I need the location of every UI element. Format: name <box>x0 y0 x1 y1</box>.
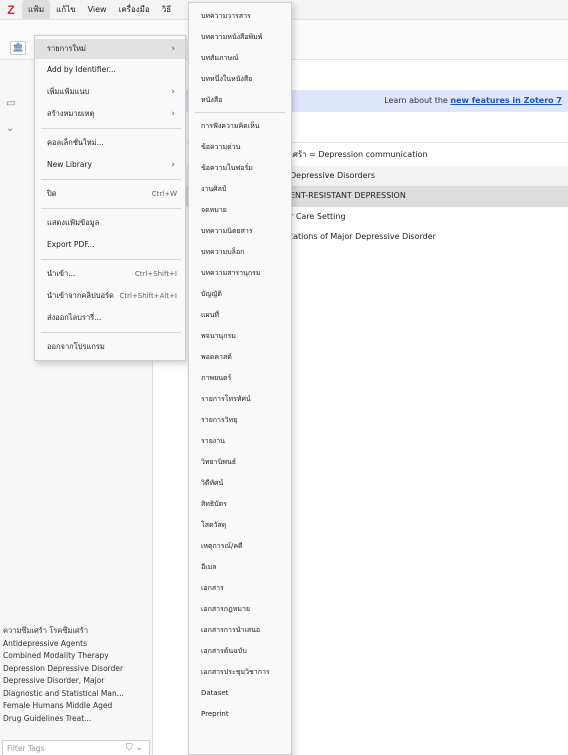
filter-tags-placeholder: Filter Tags <box>7 744 45 753</box>
submenu-item[interactable]: เอกสารประชุมวิชาการ <box>189 662 291 682</box>
tag-row[interactable]: Drug Guidelines Treat... <box>3 713 153 726</box>
new-collection-icon[interactable]: ▭ <box>6 98 18 110</box>
chevron-right-icon: › <box>171 87 175 97</box>
menu-file[interactable]: แฟ้ม <box>22 0 51 19</box>
submenu-item[interactable]: เอกสารการนำเสนอ <box>189 620 291 640</box>
banner-text: Learn about the <box>384 96 451 105</box>
menu-separator <box>41 332 181 333</box>
submenu-item[interactable]: ข้อความด่วน <box>189 137 291 157</box>
menu-item-show-file[interactable]: แสดงแฟ้มข้อมูล <box>35 213 185 233</box>
submenu-item[interactable]: พจนานุกรม <box>189 326 291 346</box>
menu-item-close[interactable]: ปิด Ctrl+W <box>35 184 185 204</box>
submenu-item[interactable]: Preprint <box>189 704 291 724</box>
submenu-item[interactable]: บัญญัติ <box>189 284 291 304</box>
chevron-right-icon: › <box>171 160 175 170</box>
submenu-item[interactable]: บทความบล็อก <box>189 242 291 262</box>
menu-tools[interactable]: เครื่องมือ <box>113 0 156 19</box>
menu-item-import[interactable]: นำเข้า... Ctrl+Shift+I <box>35 264 185 284</box>
submenu-item[interactable]: บทความวารสาร <box>189 6 291 26</box>
submenu-item[interactable]: ภาพยนตร์ <box>189 368 291 388</box>
menu-item-new-note[interactable]: สร้างหมายเหตุ › <box>35 104 185 124</box>
submenu-item[interactable]: ข้อความในฟอรั่ม <box>189 158 291 178</box>
submenu-item[interactable]: โสตวัสดุ <box>189 515 291 535</box>
submenu-item[interactable]: รายงาน <box>189 431 291 451</box>
submenu-item[interactable]: บทความหนังสือพิมพ์ <box>189 27 291 47</box>
menu-item-export-pdf[interactable]: Export PDF... <box>35 235 185 255</box>
chevron-right-icon: › <box>171 44 175 54</box>
tag-row[interactable]: Antidepressive Agents <box>3 638 153 651</box>
new-item-submenu: บทความวารสาร บทความหนังสือพิมพ์ บทสัมภาษ… <box>188 2 292 755</box>
menu-view[interactable]: View <box>82 2 113 17</box>
tag-row[interactable]: ความซึมเศร้า โรคซึมเศร้า <box>3 625 153 638</box>
submenu-item[interactable]: งานศิลป์ <box>189 179 291 199</box>
submenu-item[interactable]: รายการวิทยุ <box>189 410 291 430</box>
menu-separator <box>41 259 181 260</box>
tag-row[interactable]: Female Humans Middle Aged <box>3 700 153 713</box>
menu-separator <box>195 112 285 113</box>
menu-item-new-collection[interactable]: คอลเล็กชั่นใหม่... <box>35 133 185 153</box>
menu-item-add-by-identifier[interactable]: Add by Identifier... <box>35 60 185 80</box>
submenu-item[interactable]: จดหมาย <box>189 200 291 220</box>
menu-separator <box>41 128 181 129</box>
menu-separator <box>41 208 181 209</box>
submenu-item[interactable]: แผนที่ <box>189 305 291 325</box>
submenu-item[interactable]: เอกสาร <box>189 578 291 598</box>
menu-item-new-item[interactable]: รายการใหม่ › <box>35 39 185 59</box>
tag-selector: ความซึมเศร้า โรคซึมเศร้า Antidepressive … <box>3 625 153 725</box>
submenu-item[interactable]: บทสัมภาษณ์ <box>189 48 291 68</box>
zotero-logo: Z <box>7 2 15 17</box>
tag-row[interactable]: Combined Modality Therapy <box>3 650 153 663</box>
submenu-item[interactable]: หนังสือ <box>189 90 291 110</box>
chevron-right-icon: › <box>171 109 175 119</box>
submenu-item[interactable]: เอกสารต้นฉบับ <box>189 641 291 661</box>
menu-edit[interactable]: แก้ไข <box>50 0 82 19</box>
filter-tags-input[interactable]: Filter Tags ⛉ ⌄ <box>2 740 150 755</box>
submenu-item[interactable]: เหตุการณ์/คดี <box>189 536 291 556</box>
submenu-item[interactable]: Dataset <box>189 683 291 703</box>
tag-row[interactable]: Diagnostic and Statistical Man... <box>3 688 153 701</box>
submenu-item[interactable]: เอกสารกฎหมาย <box>189 599 291 619</box>
menu-item-new-library[interactable]: New Library › <box>35 155 185 175</box>
menu-item-quit[interactable]: ออกจากโปรแกรม <box>35 337 185 357</box>
submenu-item[interactable]: อีเมล <box>189 557 291 577</box>
submenu-item[interactable]: รายการโทรทัศน์ <box>189 389 291 409</box>
submenu-item[interactable]: การฟังความคิดเห็น <box>189 116 291 136</box>
library-icon[interactable]: 🏛 <box>10 41 26 55</box>
submenu-item[interactable]: พอดคาสต์ <box>189 347 291 367</box>
menu-separator <box>41 179 181 180</box>
submenu-item[interactable]: บทหนึ่งในหนังสือ <box>189 69 291 89</box>
submenu-item[interactable]: บทความนิตยสาร <box>189 221 291 241</box>
submenu-item[interactable]: วิดีทัศน์ <box>189 473 291 493</box>
menu-item-add-attachment[interactable]: เพิ่มแฟ้มแนบ › <box>35 82 185 102</box>
tag-row[interactable]: Depressive Disorder, Major <box>3 675 153 688</box>
new-features-link[interactable]: new features in Zotero 7 <box>450 96 562 105</box>
menu-item-export-library[interactable]: ส่งออกไลบรารี่... <box>35 308 185 328</box>
filter-icon[interactable]: ⛉ ⌄ <box>126 743 143 753</box>
file-menu: รายการใหม่ › Add by Identifier... เพิ่มแฟ… <box>34 35 186 361</box>
chevron-down-icon[interactable]: ⌄ <box>6 123 18 135</box>
submenu-item[interactable]: สิทธิบัตร <box>189 494 291 514</box>
tag-row[interactable]: Depression Depressive Disorder <box>3 663 153 676</box>
submenu-item[interactable]: บทความสารานุกรม <box>189 263 291 283</box>
menu-help[interactable]: วิธี <box>156 0 177 19</box>
submenu-item[interactable]: วิทยานิพนธ์ <box>189 452 291 472</box>
menu-item-import-clipboard[interactable]: นำเข้าจากคลิปบอร์ด Ctrl+Shift+Alt+I <box>35 286 185 306</box>
